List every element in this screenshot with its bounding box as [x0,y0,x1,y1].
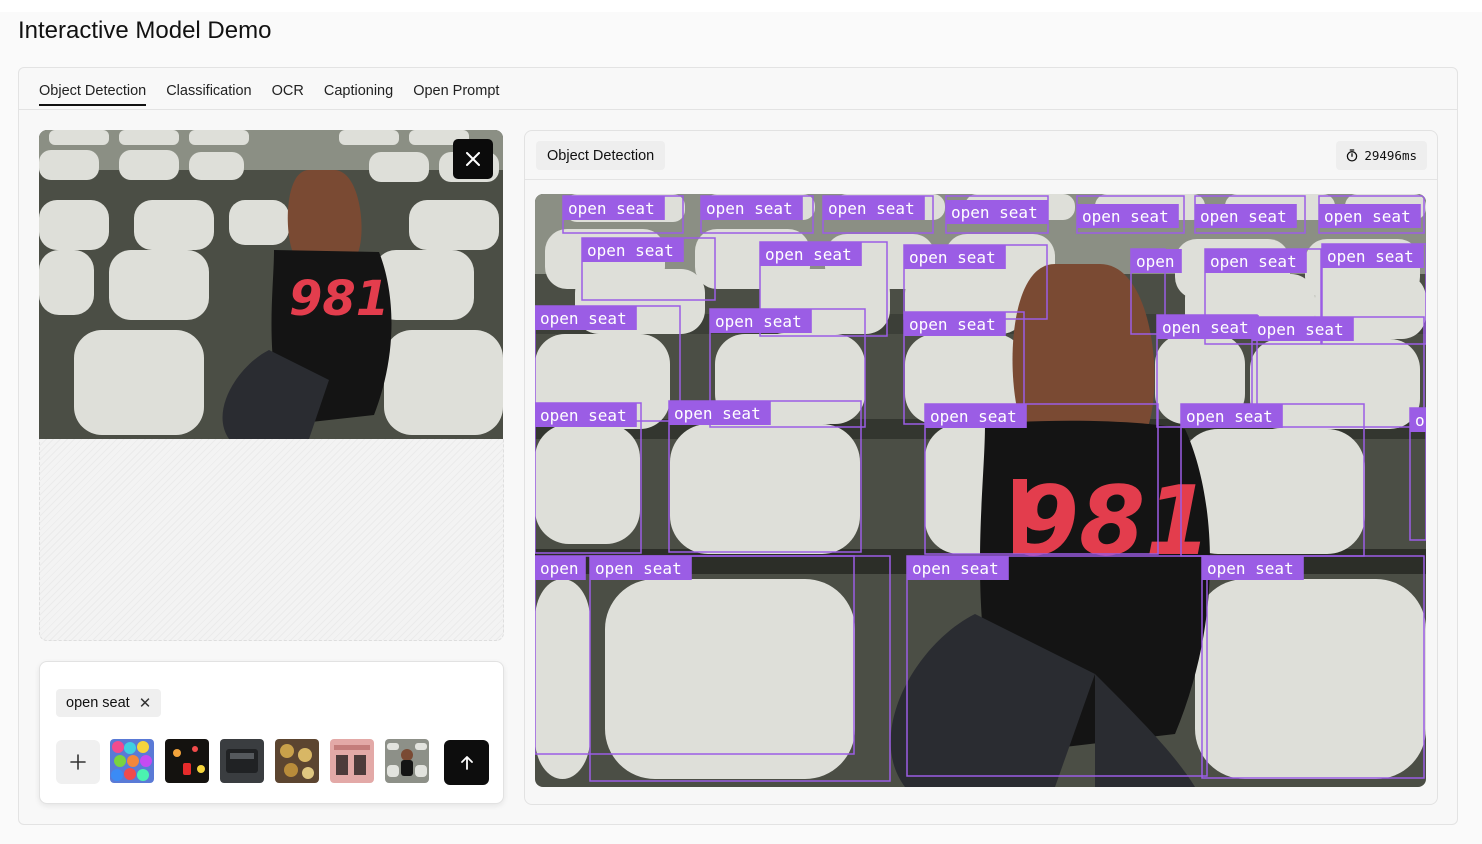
input-photo [39,130,503,439]
sample-thumbnail-colorful-balls[interactable] [110,739,154,783]
detection-label: open [540,559,579,578]
stopwatch-icon [1347,149,1358,162]
result-panel: Object Detection 29496ms open seat open s… [524,130,1438,805]
elapsed-time: 29496ms [1364,148,1417,163]
result-divider [525,179,1437,180]
detection-label: open seat [765,245,852,264]
tab-object-detection[interactable]: Object Detection [39,83,147,106]
detection-label: open seat [587,241,674,260]
detection-label: o [1415,411,1425,430]
detection-output: open seat open seat open seat open seat open… [535,194,1426,787]
detection-label: open seat [1186,407,1273,426]
elapsed-time-badge: 29496ms [1336,141,1427,170]
close-icon [466,152,480,166]
add-image-button[interactable] [56,740,100,784]
detection-label: open seat [595,559,682,578]
detection-label: open seat [1327,247,1414,266]
page-title: Interactive Model Demo [18,17,272,44]
tab-classification[interactable]: Classification [166,83,251,106]
detection-label: open seat [828,199,915,218]
sample-thumbnail-pink-storefront[interactable] [330,739,374,783]
detection-label: open seat [540,406,627,425]
detection-label: open seat [1210,252,1297,271]
detection-label: open seat [930,407,1017,426]
detection-label: open seat [1257,320,1344,339]
detection-label: open seat [1200,207,1287,226]
result-title: Object Detection [536,141,666,170]
sample-thumbnail-woman-on-seats[interactable] [385,739,429,783]
prompt-tag: open seat ✕ [56,689,162,717]
prompt-card: open seat ✕ [39,661,504,804]
detection-canvas: open seat open seat open seat open seat open… [535,194,1426,787]
detection-label: open seat [909,315,996,334]
detection-label: open seat [1162,318,1249,337]
detection-label: open seat [1324,207,1411,226]
detection-label: open seat [706,199,793,218]
close-icon[interactable]: ✕ [139,694,152,712]
detection-label: open seat [715,312,802,331]
detection-label: open seat [951,203,1038,222]
task-tabs: Object Detection Classification OCR Capt… [39,83,499,106]
detection-label: open seat [909,248,996,267]
demo-panel: Object Detection Classification OCR Capt… [18,67,1458,825]
sample-thumbnail-coins[interactable] [275,739,319,783]
tab-captioning[interactable]: Captioning [324,83,393,106]
remove-image-button[interactable] [453,139,493,179]
tab-open-prompt[interactable]: Open Prompt [413,83,499,106]
detection-label: open seat [568,199,655,218]
tab-ocr[interactable]: OCR [272,83,304,106]
submit-button[interactable] [444,740,489,785]
sample-thumbnail-neon-arcade[interactable] [165,739,209,783]
tabs-divider [19,109,1457,110]
detection-label: open seat [674,404,761,423]
image-dropzone[interactable] [39,439,504,641]
sample-thumbnail-dark-gadget[interactable] [220,739,264,783]
detection-label: open [1136,252,1175,271]
input-image [39,130,503,439]
prompt-tag-label: open seat [66,695,130,711]
detection-label: open seat [912,559,999,578]
plus-icon [70,754,86,770]
detection-label: open seat [1082,207,1169,226]
page: Interactive Model Demo Object Detection … [0,12,1482,844]
arrow-up-icon [460,755,473,770]
detection-label: open seat [1207,559,1294,578]
detection-label: open seat [540,309,627,328]
